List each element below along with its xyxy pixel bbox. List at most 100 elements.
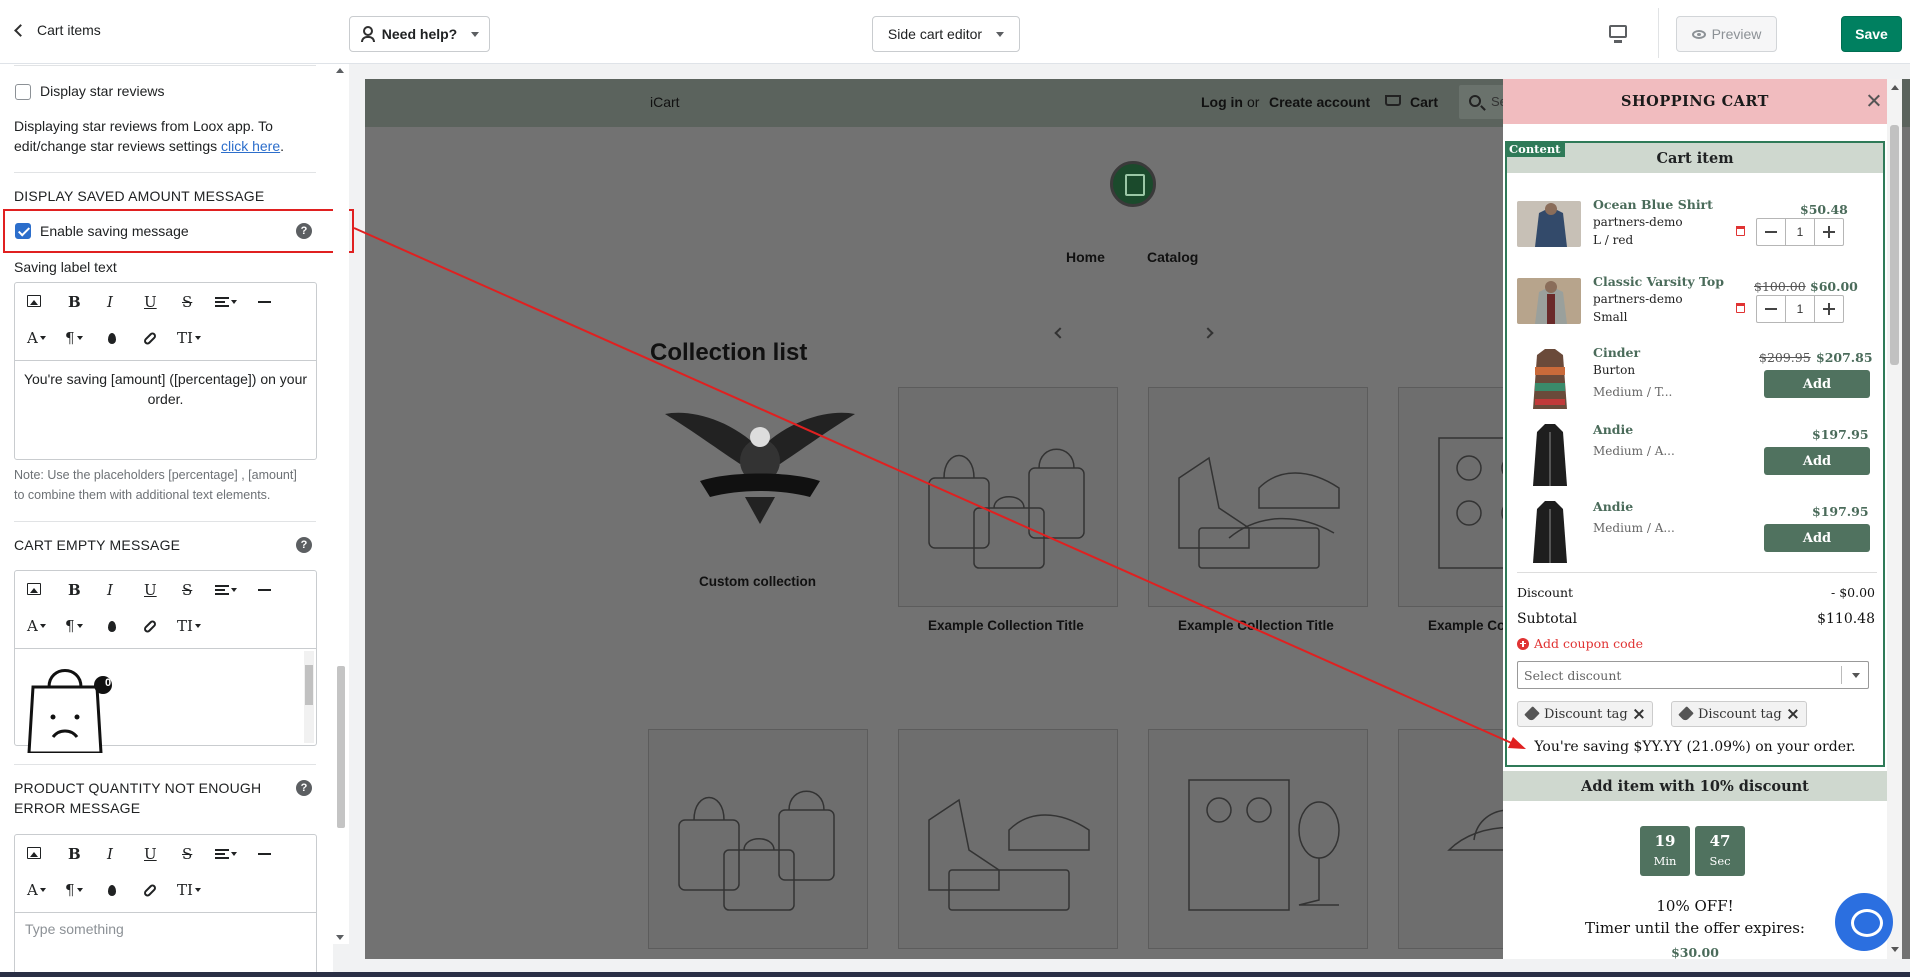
image-icon[interactable]: [27, 847, 41, 859]
example-collection-title[interactable]: Example Collection Title: [928, 618, 1084, 633]
align-dropdown[interactable]: [215, 297, 237, 307]
nav-home[interactable]: Home: [1066, 249, 1105, 265]
collection-card[interactable]: [648, 729, 868, 949]
horizontal-rule-button[interactable]: [258, 853, 271, 855]
add-coupon-link[interactable]: Add coupon code: [1517, 636, 1643, 651]
bold-button[interactable]: B: [68, 581, 81, 599]
product-thumbnail[interactable]: [1529, 499, 1571, 565]
align-dropdown[interactable]: [215, 585, 237, 595]
strikethrough-button[interactable]: S: [182, 845, 192, 863]
cart-link[interactable]: Cart: [1410, 94, 1438, 110]
color-fill-button[interactable]: [108, 621, 116, 632]
product-thumbnail[interactable]: [1517, 278, 1581, 324]
product-thumbnail[interactable]: [1529, 345, 1571, 411]
product-name[interactable]: Andie: [1593, 499, 1633, 514]
product-name[interactable]: Ocean Blue Shirt: [1593, 197, 1713, 212]
text-size-dropdown[interactable]: TI: [177, 329, 201, 347]
variant-dropdown[interactable]: Medium / T...: [1593, 385, 1672, 399]
display-star-reviews-checkbox[interactable]: [15, 84, 31, 100]
quantity-stepper[interactable]: 1: [1756, 218, 1844, 246]
paragraph-dropdown[interactable]: ¶: [65, 617, 83, 635]
strikethrough-button[interactable]: S: [182, 293, 192, 311]
save-button[interactable]: Save: [1841, 16, 1902, 52]
product-name[interactable]: Classic Varsity Top: [1593, 274, 1724, 289]
close-icon[interactable]: [1867, 93, 1881, 107]
quantity-value[interactable]: 1: [1786, 296, 1815, 322]
collection-card[interactable]: [1148, 387, 1368, 607]
qty-error-editor-content[interactable]: Type something: [15, 913, 316, 945]
minus-icon[interactable]: [1757, 219, 1786, 245]
text-size-dropdown[interactable]: TI: [177, 617, 201, 635]
trash-icon[interactable]: [1736, 303, 1745, 313]
image-icon[interactable]: [27, 295, 41, 307]
paragraph-dropdown[interactable]: ¶: [65, 329, 83, 347]
link-button[interactable]: [142, 883, 158, 898]
custom-collection-title[interactable]: Custom collection: [699, 574, 816, 589]
product-thumbnail[interactable]: [1517, 201, 1581, 247]
remove-tag-icon[interactable]: [1788, 709, 1798, 719]
help-icon[interactable]: ?: [296, 780, 312, 796]
sidebar-scroll-thumb[interactable]: [337, 666, 345, 828]
discount-select[interactable]: Select discount: [1517, 661, 1869, 689]
help-icon[interactable]: ?: [296, 537, 312, 553]
editor-scroll-thumb[interactable]: [305, 665, 313, 705]
cart-scroll-thumb[interactable]: [1890, 125, 1899, 365]
add-button[interactable]: Add: [1764, 524, 1870, 552]
link-button[interactable]: [142, 619, 158, 634]
paragraph-dropdown[interactable]: ¶: [65, 881, 83, 899]
create-account-link[interactable]: Create account: [1269, 94, 1370, 110]
underline-button[interactable]: U: [144, 845, 157, 863]
quantity-stepper[interactable]: 1: [1756, 295, 1844, 323]
scroll-down-arrow-icon[interactable]: [336, 935, 344, 940]
bold-button[interactable]: B: [68, 293, 81, 311]
bold-button[interactable]: B: [68, 845, 81, 863]
text-size-dropdown[interactable]: TI: [177, 881, 201, 899]
product-name[interactable]: Cinder: [1593, 345, 1640, 360]
login-link[interactable]: Log in: [1201, 94, 1243, 110]
variant-dropdown[interactable]: Medium / A...: [1593, 521, 1675, 535]
editor-scrollbar[interactable]: [304, 651, 314, 743]
eagle-logo-image[interactable]: [660, 399, 860, 529]
plus-icon[interactable]: [1815, 219, 1843, 245]
scroll-up-arrow-icon[interactable]: [1891, 85, 1899, 90]
variant-dropdown[interactable]: Medium / A...: [1593, 444, 1675, 458]
italic-button[interactable]: I: [107, 581, 113, 599]
example-collection-title[interactable]: Example Co: [1428, 618, 1505, 633]
font-color-dropdown[interactable]: A: [27, 329, 46, 347]
font-color-dropdown[interactable]: A: [27, 881, 46, 899]
preview-button[interactable]: Preview: [1676, 16, 1777, 52]
horizontal-rule-button[interactable]: [258, 301, 271, 303]
desktop-view-icon[interactable]: [1609, 25, 1627, 43]
click-here-link[interactable]: click here: [221, 138, 280, 154]
color-fill-button[interactable]: [108, 885, 116, 896]
strikethrough-button[interactable]: S: [182, 581, 192, 599]
store-logo[interactable]: [1110, 161, 1156, 207]
collection-card[interactable]: [1148, 729, 1368, 949]
minus-icon[interactable]: [1757, 296, 1786, 322]
saving-editor-content[interactable]: You're saving [amount] ([percentage]) on…: [15, 361, 316, 417]
plus-icon[interactable]: [1815, 296, 1843, 322]
image-icon[interactable]: [27, 583, 41, 595]
store-brand[interactable]: iCart: [650, 94, 680, 110]
trash-icon[interactable]: [1736, 226, 1745, 236]
collection-card[interactable]: [898, 387, 1118, 607]
example-collection-title[interactable]: Example Collection Title: [1178, 618, 1334, 633]
align-dropdown[interactable]: [215, 849, 237, 859]
horizontal-rule-button[interactable]: [258, 589, 271, 591]
cart-icon[interactable]: [1385, 95, 1401, 106]
need-help-button[interactable]: Need help?: [349, 16, 490, 52]
italic-button[interactable]: I: [107, 845, 113, 863]
font-color-dropdown[interactable]: A: [27, 617, 46, 635]
side-cart-editor-dropdown[interactable]: Side cart editor: [872, 16, 1020, 52]
italic-button[interactable]: I: [107, 293, 113, 311]
add-button[interactable]: Add: [1764, 447, 1870, 475]
collection-card[interactable]: [898, 729, 1118, 949]
underline-button[interactable]: U: [144, 581, 157, 599]
color-fill-button[interactable]: [108, 333, 116, 344]
product-name[interactable]: Andie: [1593, 422, 1633, 437]
remove-tag-icon[interactable]: [1634, 709, 1644, 719]
scroll-down-arrow-icon[interactable]: [1891, 947, 1899, 952]
product-thumbnail[interactable]: [1529, 422, 1571, 488]
link-button[interactable]: [142, 331, 158, 346]
back-button[interactable]: Cart items: [14, 22, 101, 38]
